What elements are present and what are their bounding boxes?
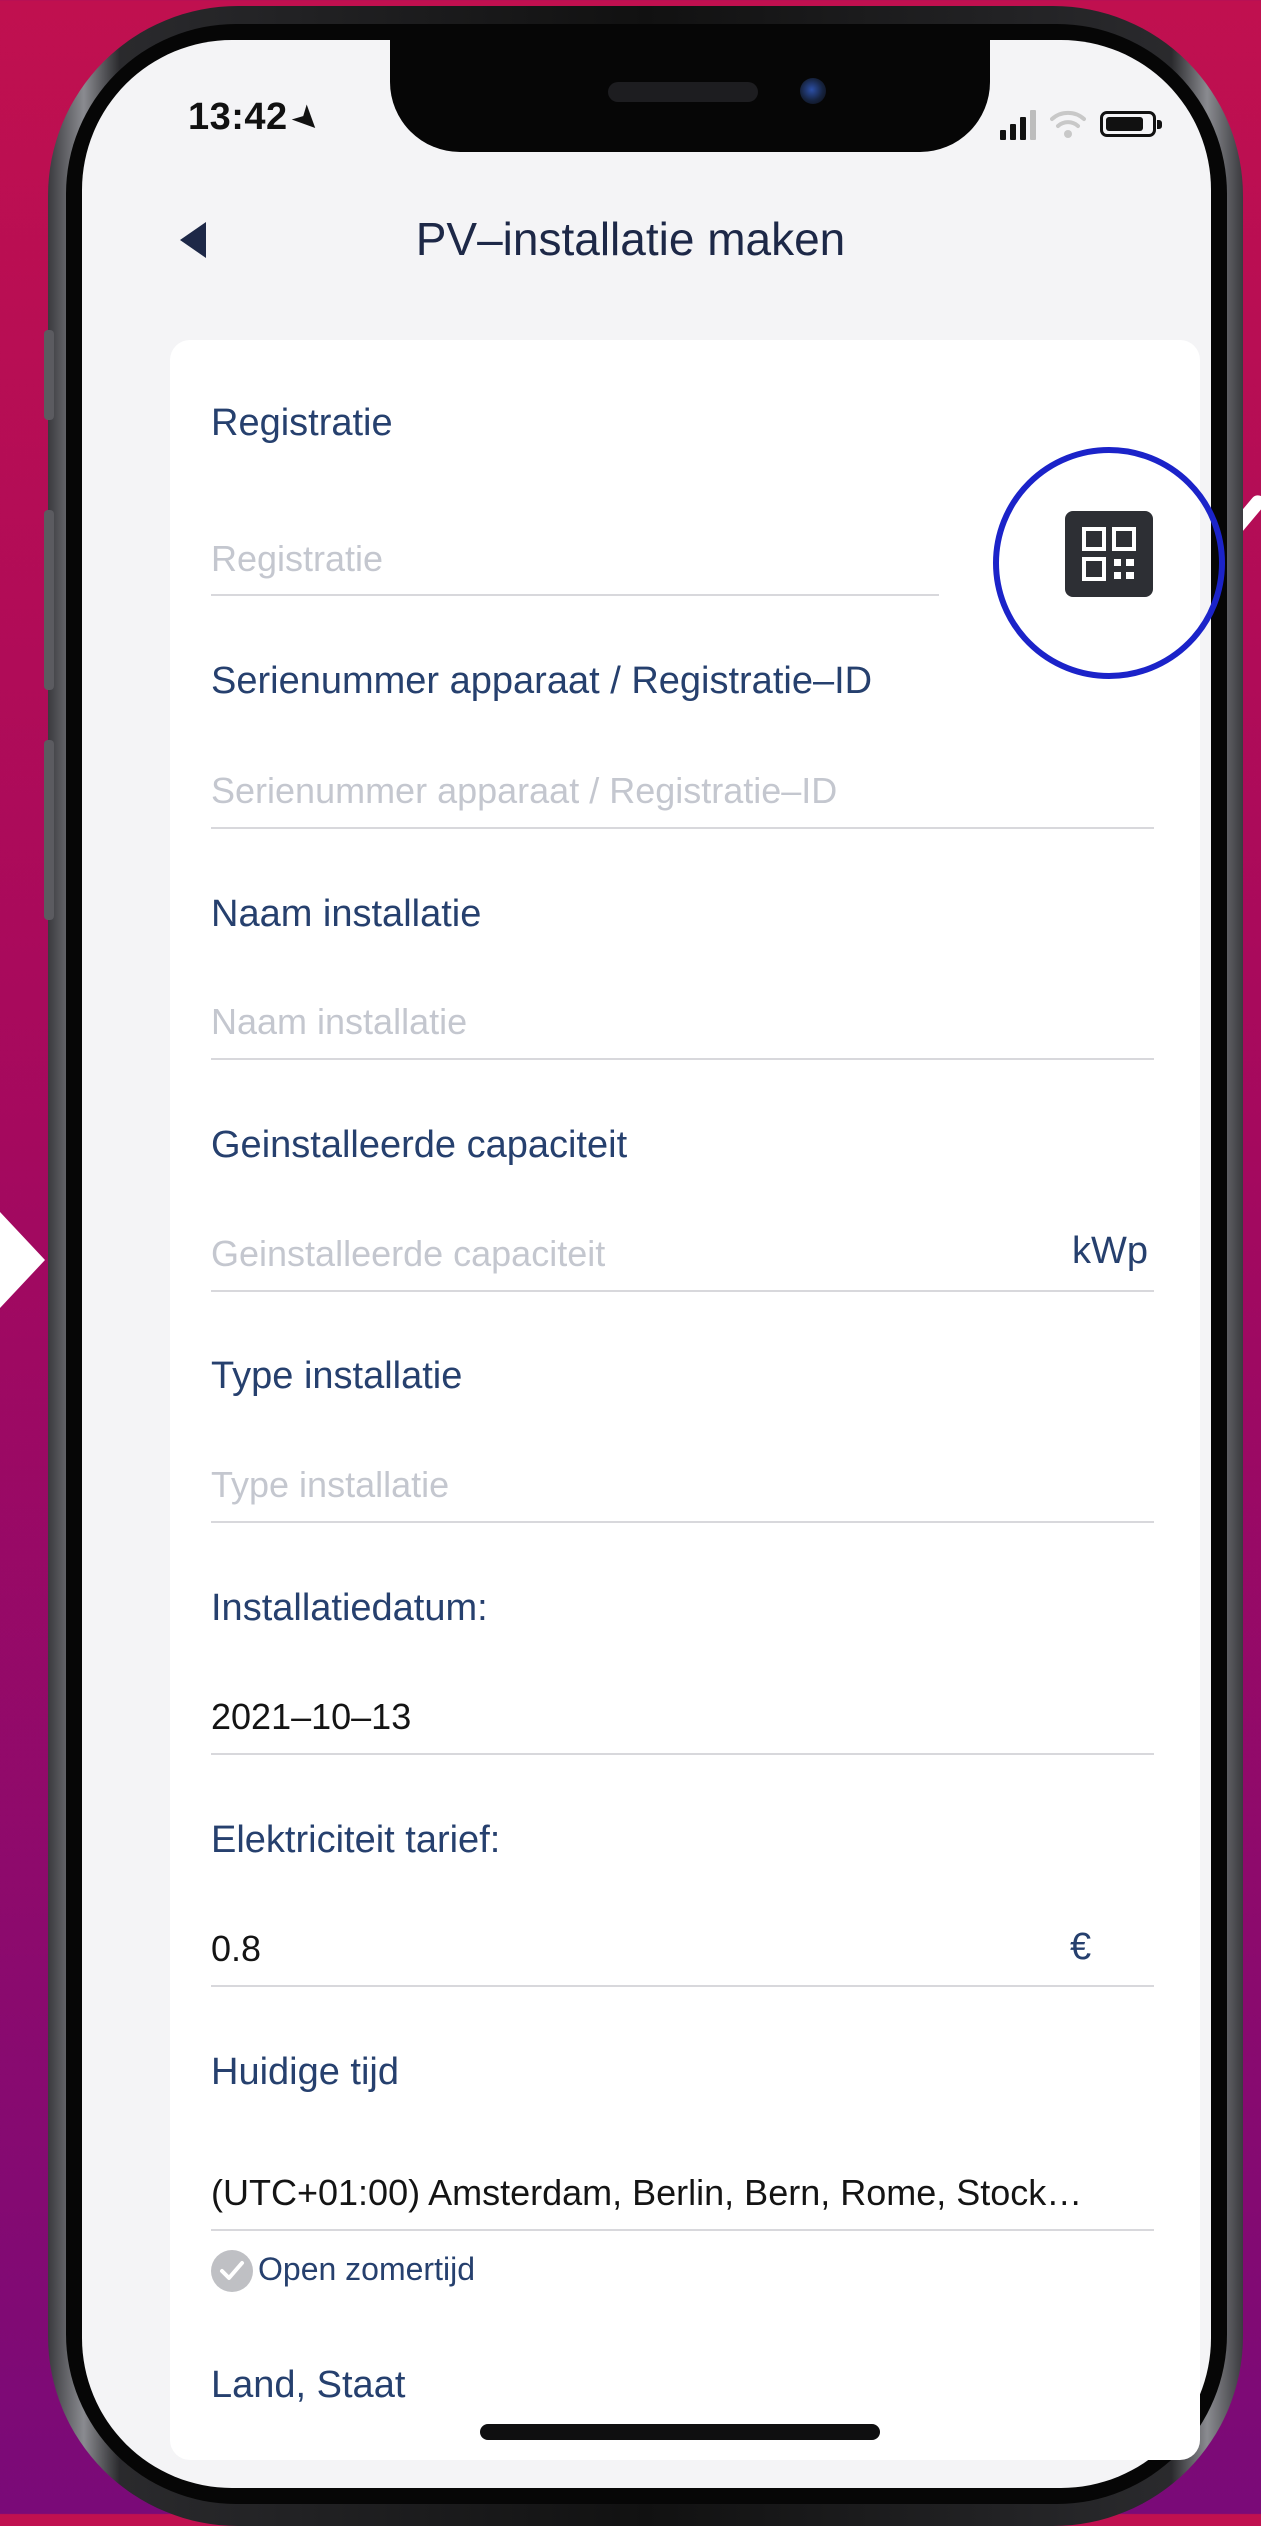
tariff-label: Elektriciteit tarief:: [211, 1819, 501, 1861]
status-bar-icons: [1000, 100, 1162, 140]
volume-up-button: [44, 510, 54, 690]
battery-icon: [1100, 111, 1162, 137]
plant-name-input[interactable]: Naam installatie: [211, 1001, 467, 1043]
timezone-underline: [211, 2229, 1154, 2231]
install-date-label: Installatiedatum:: [211, 1587, 488, 1629]
serial-label: Serienummer apparaat / Registratie–ID: [211, 660, 873, 702]
dst-checkbox[interactable]: [211, 2250, 253, 2292]
volume-down-button: [44, 740, 54, 920]
registration-input[interactable]: Registratie: [211, 538, 383, 580]
background-arrow-decoration: [0, 1180, 45, 1340]
cellular-signal-icon: [1000, 108, 1036, 140]
status-bar-time: 13:42➤: [188, 96, 328, 141]
plant-type-input[interactable]: Type installatie: [211, 1464, 449, 1506]
plant-name-underline: [211, 1058, 1154, 1060]
tariff-currency: €: [1070, 1926, 1092, 1968]
timezone-select[interactable]: (UTC+01:00) Amsterdam, Berlin, Bern, Rom…: [211, 2172, 1082, 2214]
country-label: Land, Staat: [211, 2364, 406, 2406]
tariff-input[interactable]: 0.8: [211, 1928, 261, 1970]
tariff-underline: [211, 1985, 1154, 1987]
capacity-input[interactable]: Geinstalleerde capaciteit: [211, 1233, 605, 1275]
serial-input[interactable]: Serienummer apparaat / Registratie–ID: [211, 770, 837, 812]
install-date-input[interactable]: 2021–10–13: [211, 1696, 411, 1738]
capacity-label: Geinstalleerde capaciteit: [211, 1124, 628, 1166]
capacity-unit: kWp: [1072, 1230, 1148, 1272]
registration-underline: [211, 594, 939, 596]
mute-switch: [44, 330, 54, 420]
page-title: PV–installatie maken: [415, 213, 846, 265]
plant-type-underline: [211, 1521, 1154, 1523]
dst-label: Open zomertijd: [258, 2251, 475, 2287]
capacity-underline: [211, 1290, 1154, 1292]
plant-name-label: Naam installatie: [211, 893, 482, 935]
wifi-icon: [1050, 108, 1086, 140]
timezone-label: Huidige tijd: [211, 2051, 399, 2093]
home-indicator: [480, 2424, 880, 2440]
qr-highlight-circle: [993, 447, 1225, 679]
plant-type-label: Type installatie: [211, 1355, 463, 1397]
checkmark-icon: [220, 2261, 244, 2280]
install-date-underline: [211, 1753, 1154, 1755]
registration-label: Registratie: [211, 402, 393, 444]
front-camera: [800, 78, 826, 104]
serial-underline: [211, 827, 1154, 829]
speaker-grille: [608, 82, 758, 102]
